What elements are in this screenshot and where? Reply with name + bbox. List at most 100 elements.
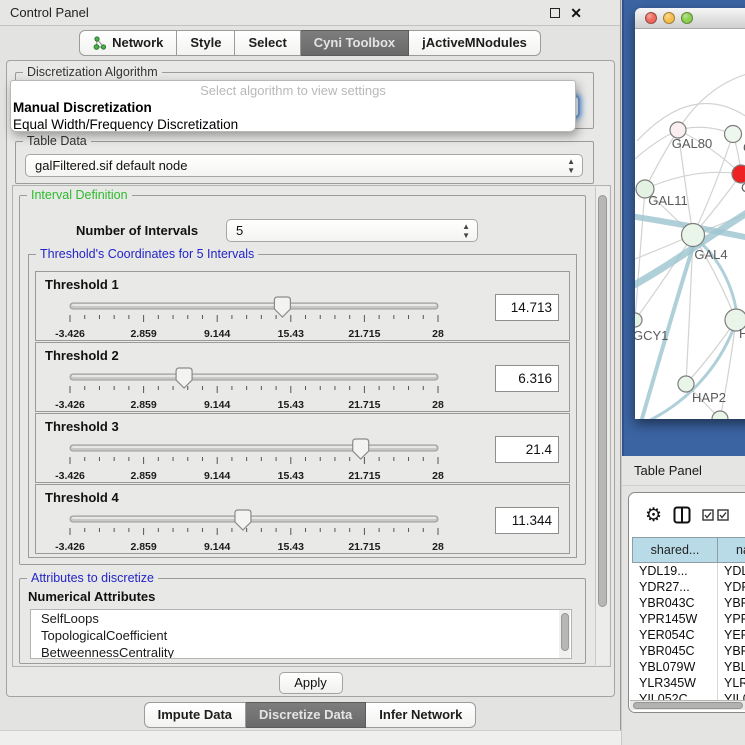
traffic-light-zoom[interactable] [681, 12, 693, 24]
threshold-slider[interactable]: -3.4262.8599.14415.4321.71528 [62, 507, 468, 551]
checkbox-icon[interactable] [702, 509, 714, 521]
svg-text:-3.426: -3.426 [55, 541, 85, 553]
threshold-slider[interactable]: -3.4262.8599.14415.4321.71528 [62, 436, 468, 480]
tab-infer-network[interactable]: Infer Network [366, 702, 476, 728]
attribute-item[interactable]: TopologicalCoefficient [31, 627, 571, 644]
tab-label: Cyni Toolbox [314, 35, 395, 50]
threshold-row-4: Threshold 4 -3.4262.8599.14415.4321.71528… [35, 484, 570, 554]
threshold-value-field[interactable]: 21.4 [495, 436, 559, 463]
slider-thumb[interactable] [353, 439, 369, 459]
svg-text:28: 28 [432, 399, 444, 411]
table-cell: YER054C [632, 627, 718, 643]
threshold-slider[interactable]: -3.4262.8599.14415.4321.71528 [62, 365, 468, 409]
tab-select[interactable]: Select [235, 30, 300, 56]
apply-button[interactable]: Apply [279, 672, 343, 694]
threshold-label: Threshold 4 [45, 490, 119, 505]
network-edge-highlighted[interactable] [635, 330, 733, 419]
table-row[interactable]: YBR045CYBR045C [632, 643, 745, 659]
gear-icon[interactable]: ⚙ [645, 506, 662, 525]
interval-definition-label: Interval Definition [27, 188, 132, 202]
node-label: GCY1 [635, 328, 668, 343]
column-header-shared-[interactable]: shared... [632, 537, 718, 563]
tab-discretize-data[interactable]: Discretize Data [246, 702, 366, 728]
table-row[interactable]: YBR043CYBR043C [632, 595, 745, 611]
vertical-scrollbar-thumb[interactable] [598, 195, 607, 607]
numerical-attributes-label: Numerical Attributes [28, 589, 155, 604]
tab-impute-data[interactable]: Impute Data [144, 702, 246, 728]
slider-thumb[interactable] [274, 297, 290, 317]
svg-text:-3.426: -3.426 [55, 399, 85, 411]
node-gcy1[interactable] [635, 313, 642, 327]
network-edge[interactable] [678, 74, 745, 130]
network-edge[interactable] [645, 172, 741, 189]
traffic-light-close[interactable] [645, 12, 657, 24]
node-gal4[interactable] [682, 224, 705, 247]
float-window-icon[interactable] [550, 8, 560, 18]
tab-style[interactable]: Style [177, 30, 235, 56]
list-scrollbar[interactable] [559, 610, 570, 658]
vertical-scrollbar[interactable] [595, 187, 609, 665]
slider-thumb[interactable] [176, 368, 192, 388]
table-panel-title: Table Panel [634, 463, 702, 478]
threshold-value-field[interactable]: 11.344 [495, 507, 559, 534]
svg-text:28: 28 [432, 470, 444, 482]
table-data-group: Table Data galFiltered.sif default node … [15, 141, 594, 184]
threshold-slider[interactable]: -3.4262.8599.14415.4321.71528 [62, 294, 468, 338]
svg-text:15.43: 15.43 [278, 470, 304, 482]
node-label: GAL80 [672, 136, 712, 151]
tab-cyni-toolbox[interactable]: Cyni Toolbox [301, 30, 409, 56]
node-label: GAL4 [694, 247, 727, 262]
svg-text:2.859: 2.859 [130, 470, 156, 482]
interval-definition-group: Interval Definition Number of Intervals … [19, 195, 586, 565]
svg-text:9.144: 9.144 [204, 470, 230, 482]
bottom-tab-bar: Impute DataDiscretize DataInfer Network [0, 702, 620, 728]
tab-jactivemnodules[interactable]: jActiveMNodules [409, 30, 541, 56]
table-data-combo[interactable]: galFiltered.sif default node ▲▼ [25, 154, 583, 177]
threshold-value-field[interactable]: 6.316 [495, 365, 559, 392]
column-header-name[interactable]: name [718, 537, 745, 563]
table-row[interactable]: YDR27...YDR27... [632, 579, 745, 595]
horizontal-scrollbar-thumb[interactable] [633, 702, 743, 709]
network-canvas[interactable]: GAL80GACGAL11GAL4GCY1HHAP2 [635, 29, 745, 419]
tab-label: Style [190, 35, 221, 50]
node-bottom[interactable] [712, 411, 728, 419]
attribute-item[interactable]: SelfLoops [31, 610, 571, 627]
table-cell: YIL052C [718, 691, 745, 700]
network-edge[interactable] [635, 189, 645, 320]
network-window[interactable]: GAL80GACGAL11GAL4GCY1HHAP2 [635, 8, 745, 419]
dropdown-option-equal-width-frequency-discretization[interactable]: Equal Width/Frequency Discretization [11, 116, 575, 132]
table-row[interactable]: YBL079WYBL079W [632, 659, 745, 675]
svg-text:15.43: 15.43 [278, 328, 304, 340]
node-top-right[interactable] [725, 126, 742, 143]
horizontal-scrollbar[interactable] [630, 700, 745, 710]
svg-text:21.715: 21.715 [348, 541, 380, 553]
list-scrollbar-thumb[interactable] [561, 613, 569, 651]
slider-thumb[interactable] [235, 510, 251, 530]
table-cell: YBR043C [632, 595, 718, 611]
network-window-titlebar [635, 8, 745, 29]
threshold-value-field[interactable]: 14.713 [495, 294, 559, 321]
table-row[interactable]: YPR145WYPR145W [632, 611, 745, 627]
table-cell: YER054C [718, 627, 745, 643]
close-icon[interactable]: ✕ [570, 8, 582, 18]
traffic-light-minimize[interactable] [663, 12, 675, 24]
tab-network[interactable]: Network [79, 30, 177, 56]
cyni-toolbox-panel: Discretization Algorithm Table Data galF… [6, 60, 615, 697]
num-intervals-combo[interactable]: 5 ▲▼ [226, 219, 478, 242]
split-view-icon[interactable] [673, 506, 691, 524]
table-header-row: shared...name [632, 537, 745, 563]
attributes-list[interactable]: SelfLoopsTopologicalCoefficientBetweenne… [30, 609, 572, 659]
svg-text:21.715: 21.715 [348, 470, 380, 482]
table-cell: YBL079W [718, 659, 745, 675]
table-row[interactable]: YLR345WYLR345W [632, 675, 745, 691]
svg-text:9.144: 9.144 [204, 541, 230, 553]
node-label: HAP2 [692, 390, 726, 405]
table-row[interactable]: YIL052CYIL052C [632, 691, 745, 700]
table-row[interactable]: YER054CYER054C [632, 627, 745, 643]
table-row[interactable]: YDL19...YDL19... [632, 563, 745, 579]
dropdown-option-manual-discretization[interactable]: Manual Discretization [11, 99, 575, 116]
table-cell: YBL079W [632, 659, 718, 675]
attribute-item[interactable]: BetweennessCentrality [31, 644, 571, 659]
checkbox-icon[interactable] [717, 509, 729, 521]
threshold-label: Threshold 3 [45, 419, 119, 434]
